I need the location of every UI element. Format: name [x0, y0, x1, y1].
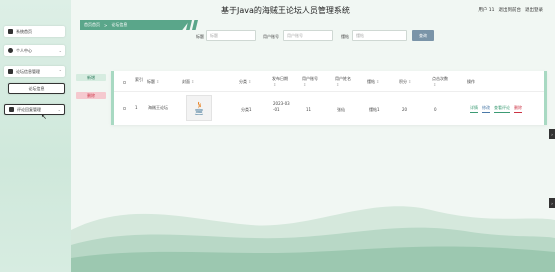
breadcrumb: 首页首页 > 论坛信息	[80, 20, 190, 30]
sidebar-item-label: 论坛信息管理	[16, 68, 40, 74]
mouse-cursor-icon: ↖	[41, 113, 47, 121]
chevron-up-icon: ⌃	[58, 69, 62, 74]
column-header-actions: 操作	[467, 79, 475, 84]
select-all-checkbox[interactable]	[123, 81, 126, 84]
sidebar-item-label: 个人中心	[16, 47, 32, 53]
add-button[interactable]: 新增	[76, 74, 106, 81]
delete-button[interactable]: 删除	[76, 92, 106, 99]
flag-icon	[8, 69, 13, 74]
cell-name: 张仙	[337, 107, 345, 112]
search-account-input[interactable]: 用户账号	[283, 30, 333, 41]
sidebar-item-label: 系统首页	[16, 28, 32, 34]
cell-type: 懂帖1	[369, 107, 380, 112]
cell-publish-date: 2023-03-01	[273, 101, 290, 112]
column-header-title[interactable]: 标题⇕	[147, 79, 159, 85]
detail-button[interactable]: 详情	[470, 105, 478, 113]
sidebar-item-forum-info[interactable]: 论坛信息	[8, 83, 65, 94]
comment-icon	[9, 107, 14, 112]
page-title: 基于Java的海贼王论坛人员管理系统	[221, 6, 350, 15]
column-header-clicks[interactable]: 点击次数⇕	[432, 76, 452, 88]
sidebar-item-home[interactable]: 系统首页	[4, 26, 65, 37]
java-logo-icon	[194, 101, 204, 115]
row-divider	[114, 91, 544, 92]
cell-clicks: 0	[434, 107, 437, 112]
chevron-down-icon: ⌄	[58, 48, 62, 53]
cell-account: 11	[306, 107, 312, 112]
home-icon	[8, 29, 13, 34]
column-header-points[interactable]: 积分⇕	[399, 79, 411, 85]
search-title-input[interactable]: 标题	[206, 30, 256, 41]
search-account-label: 用户账号	[263, 34, 279, 39]
cell-category: 分类1	[241, 107, 252, 112]
data-table: 索引 标题⇕ 封面⇕ 分类⇕ 发布日期⇕ 用户账号⇕ 用户姓名⇕ 懂帖⇕ 积分⇕…	[111, 71, 547, 125]
view-comments-button[interactable]: 查看评论	[494, 105, 510, 113]
column-header-type[interactable]: 懂帖⇕	[367, 79, 379, 85]
cell-index: 1	[135, 105, 138, 110]
cell-points: 20	[402, 107, 408, 112]
sidebar-item-profile[interactable]: 个人中心 ⌄	[4, 45, 65, 56]
sidebar-item-comment-management[interactable]: 评论回复管理 ⌄	[4, 104, 65, 115]
breadcrumb-separator: >	[104, 22, 108, 28]
cell-title: 海贼王论坛	[148, 105, 168, 110]
user-label: 用户 11	[478, 8, 495, 13]
back-to-front-link[interactable]: 退出到前台	[499, 7, 522, 13]
header-user-area: 用户 11 退出到前台 退出登录	[478, 7, 543, 13]
right-edge-tab[interactable]: ›	[549, 129, 555, 139]
column-header-publish-date[interactable]: 发布日期⇕	[272, 76, 292, 88]
row-actions: 详情 修改 查看评论 删除	[470, 105, 522, 113]
breadcrumb-current: 论坛信息	[111, 22, 128, 27]
sidebar: 系统首页 个人中心 ⌄ 论坛信息管理 ⌃ 论坛信息 评论回复管理 ⌄	[0, 0, 71, 272]
row-delete-button[interactable]: 删除	[514, 105, 522, 113]
right-edge-tab[interactable]: ›	[549, 198, 555, 208]
breadcrumb-home[interactable]: 首页首页	[84, 22, 100, 28]
sidebar-item-forum-management[interactable]: 论坛信息管理 ⌃	[4, 66, 65, 77]
background-waves	[71, 206, 555, 272]
edit-button[interactable]: 修改	[482, 105, 490, 113]
logout-link[interactable]: 退出登录	[525, 7, 543, 13]
row-checkbox[interactable]	[123, 107, 126, 110]
cell-cover	[186, 95, 212, 121]
column-header-account[interactable]: 用户账号⇕	[302, 76, 322, 88]
search-type-input[interactable]: 懂帖	[352, 30, 407, 41]
header: 基于Java的海贼王论坛人员管理系统 用户 11 退出到前台 退出登录	[71, 0, 555, 20]
user-icon	[8, 48, 13, 53]
search-button[interactable]: 查询	[412, 30, 434, 41]
search-type-label: 懂帖	[341, 34, 349, 39]
chevron-down-icon: ⌄	[57, 107, 61, 112]
search-title-label: 标题	[196, 34, 204, 39]
breadcrumb-decoration	[192, 20, 198, 30]
column-header-cover[interactable]: 封面⇕	[182, 79, 194, 85]
sidebar-item-label: 论坛信息	[28, 85, 45, 91]
column-header-index: 索引	[135, 77, 143, 82]
column-header-category[interactable]: 分类⇕	[239, 79, 251, 85]
column-header-name[interactable]: 用户姓名⇕	[335, 76, 355, 88]
sidebar-item-label: 评论回复管理	[17, 106, 41, 112]
